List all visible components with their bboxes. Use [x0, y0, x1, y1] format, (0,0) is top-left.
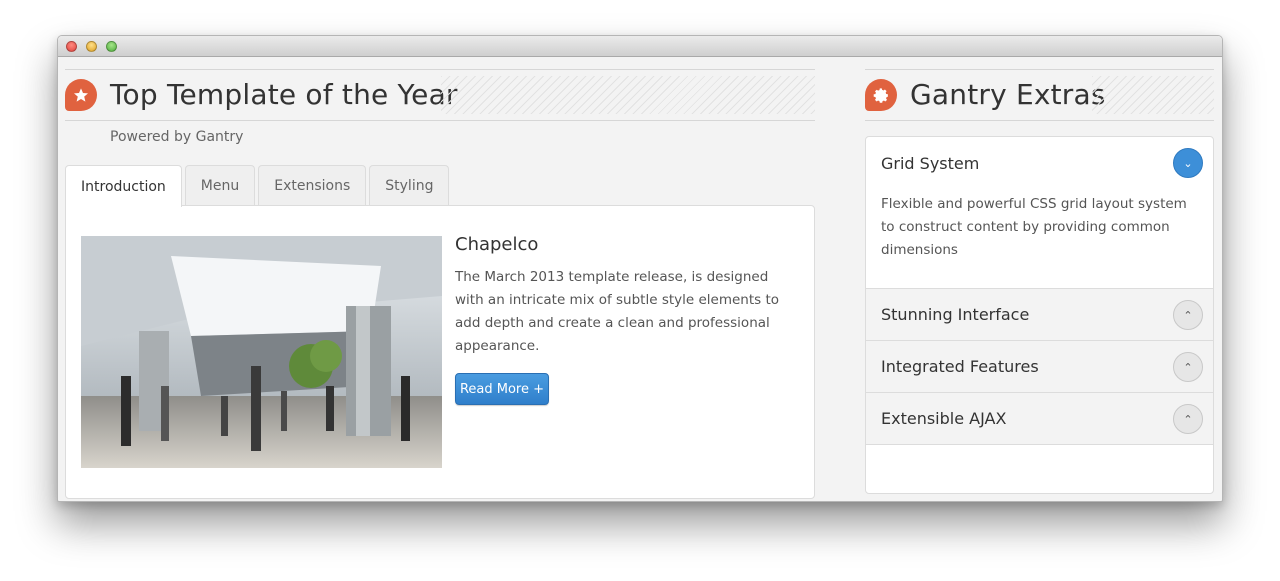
chevron-down-icon[interactable]: ⌄	[1173, 148, 1203, 178]
tab-introduction[interactable]: Introduction	[65, 165, 182, 207]
heading-hatch-decoration	[1092, 76, 1214, 114]
heading-hatch-decoration	[441, 76, 815, 114]
tab-extensions[interactable]: Extensions	[258, 165, 367, 206]
read-more-button[interactable]: Read More +	[455, 373, 549, 405]
zoom-window-button[interactable]	[106, 41, 117, 52]
tab-menu[interactable]: Menu	[184, 165, 256, 206]
star-icon	[65, 79, 97, 111]
close-window-button[interactable]	[66, 41, 77, 52]
accordion-item-grid-system: Grid System ⌄ Flexible and powerful CSS …	[866, 137, 1213, 289]
tab-styling[interactable]: Styling	[369, 165, 450, 206]
browser-window: Top Template of the Year Powered by Gant…	[57, 35, 1223, 502]
accordion-item-integrated-features: Integrated Features ⌃	[866, 341, 1213, 393]
sidebar-heading: Gantry Extras	[865, 69, 1214, 121]
features-accordion: Grid System ⌄ Flexible and powerful CSS …	[865, 136, 1214, 494]
chevron-up-icon[interactable]: ⌃	[1173, 300, 1203, 330]
accordion-item-stunning-interface: Stunning Interface ⌃	[866, 289, 1213, 341]
page-subtitle: Powered by Gantry	[110, 129, 244, 145]
minimize-window-button[interactable]	[86, 41, 97, 52]
accordion-header[interactable]: Integrated Features	[866, 341, 1213, 392]
page-title: Top Template of the Year	[110, 78, 468, 111]
chevron-up-icon[interactable]: ⌃	[1173, 404, 1203, 434]
accordion-item-extensible-ajax: Extensible AJAX ⌃	[866, 393, 1213, 445]
article-body: The March 2013 template release, is desi…	[455, 269, 780, 354]
accordion-body: Flexible and powerful CSS grid layout sy…	[881, 196, 1187, 258]
accordion-header[interactable]: Stunning Interface	[866, 289, 1213, 340]
chevron-up-icon[interactable]: ⌃	[1173, 352, 1203, 382]
content-tabs: Introduction Menu Extensions Styling	[65, 165, 450, 207]
window-titlebar	[58, 36, 1222, 57]
tab-panel-introduction: Chapelco The March 2013 template release…	[65, 205, 815, 499]
article-image	[81, 236, 442, 468]
article-title: Chapelco	[455, 234, 539, 255]
sidebar-title: Gantry Extras	[910, 78, 1116, 111]
main-heading: Top Template of the Year	[65, 69, 815, 121]
accordion-header[interactable]: Extensible AJAX	[866, 393, 1213, 444]
gear-icon	[865, 79, 897, 111]
accordion-header[interactable]: Grid System	[866, 137, 1213, 189]
